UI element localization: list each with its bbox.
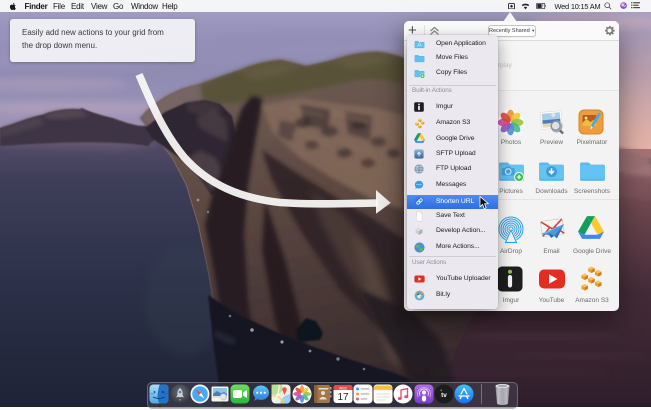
- svg-text:WED: WED: [339, 386, 348, 390]
- svg-text:tv: tv: [441, 392, 447, 399]
- svg-text:17: 17: [337, 392, 349, 403]
